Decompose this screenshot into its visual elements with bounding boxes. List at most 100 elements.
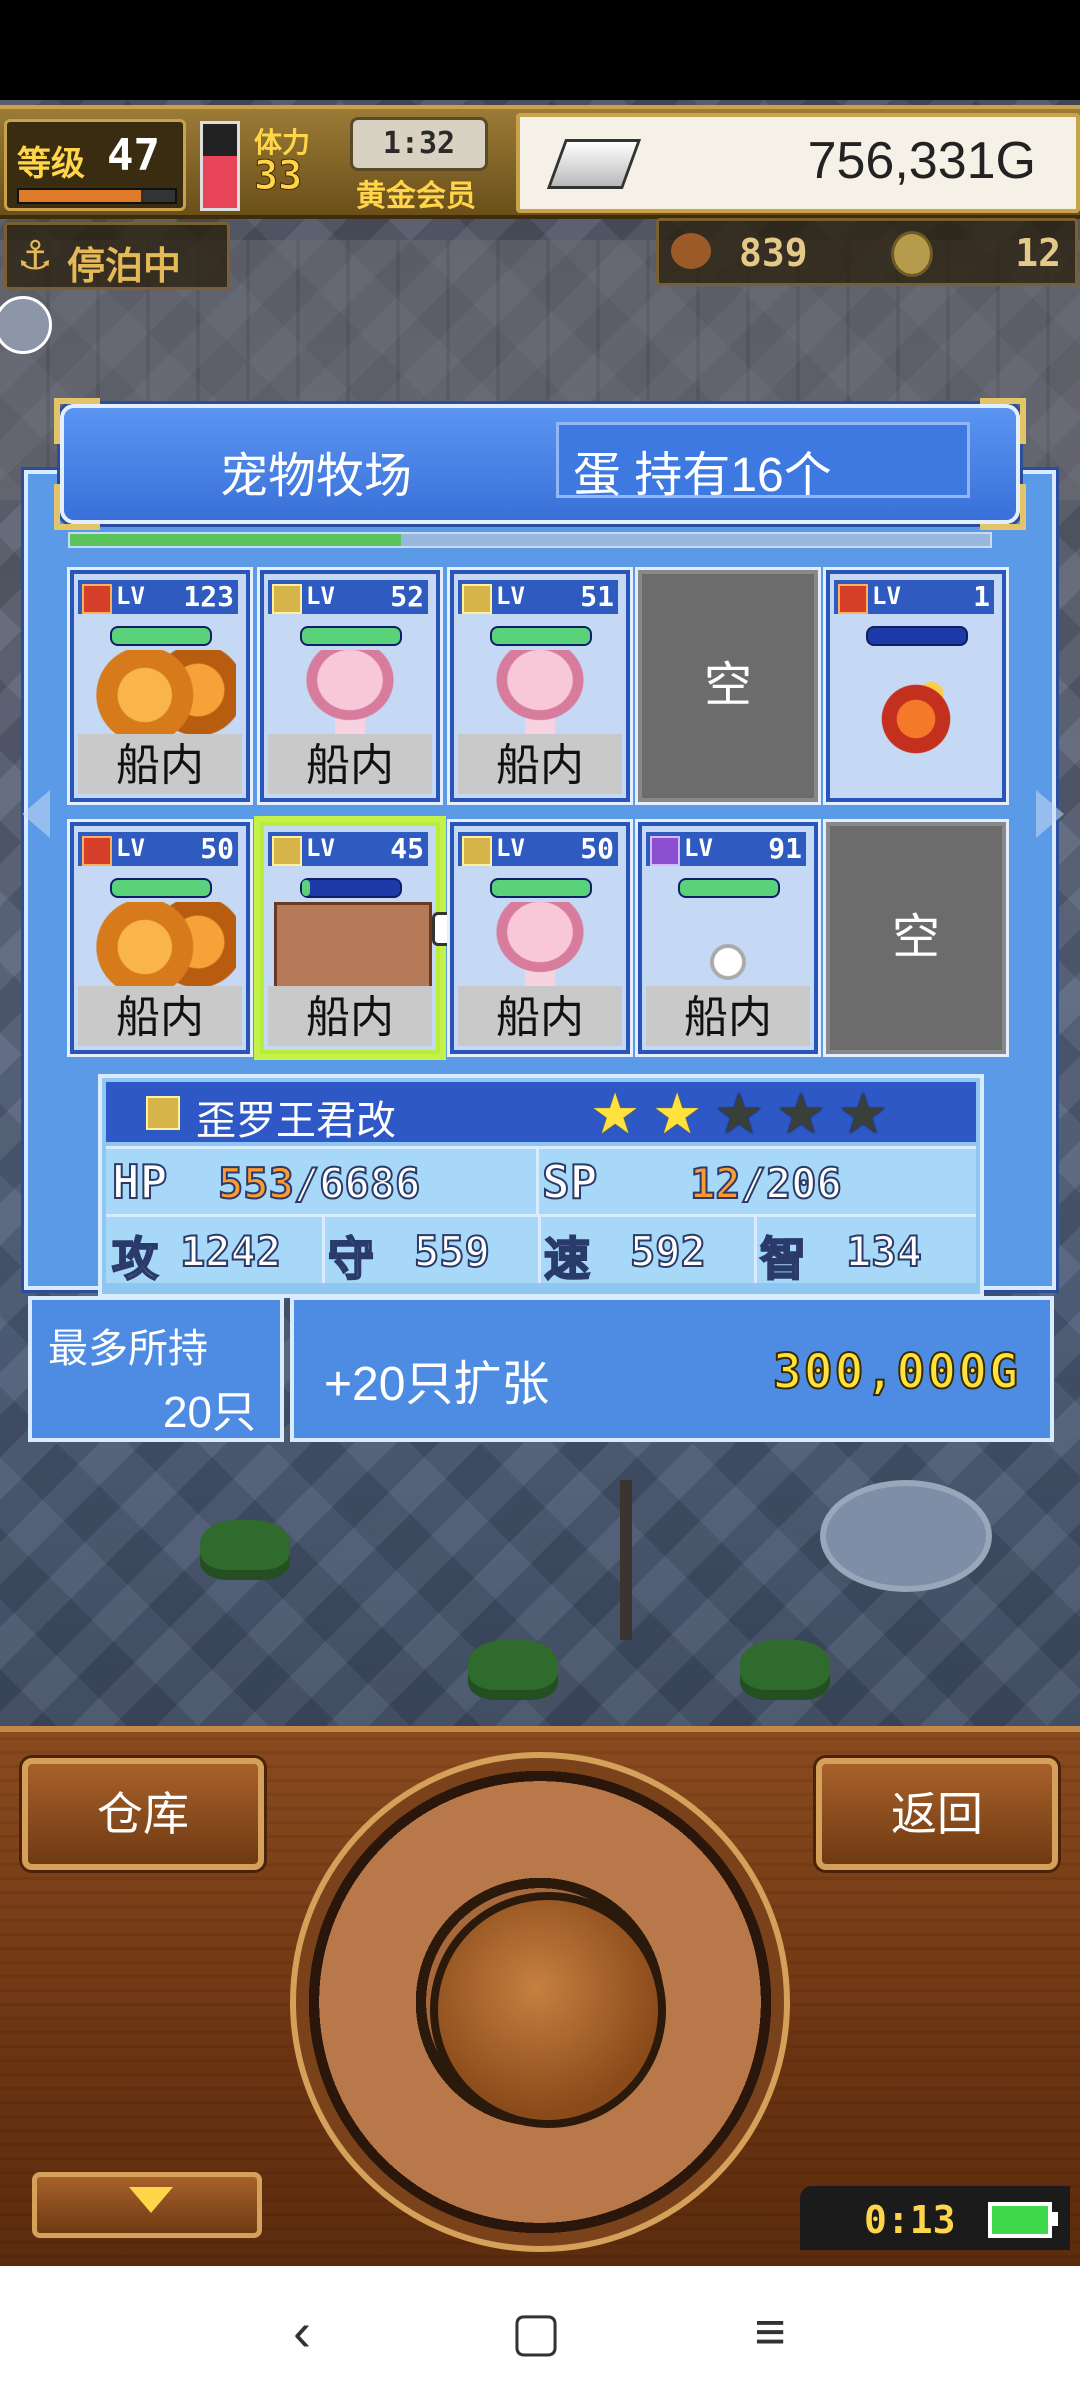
fire-element-icon — [82, 584, 112, 614]
dialog-header: 宠物牧场 蛋 持有16个 — [54, 398, 1026, 530]
fountain — [820, 1480, 992, 1592]
clock-text: 0:13 — [864, 2198, 956, 2242]
anchor-icon: ⚓ — [17, 234, 53, 278]
pet-location: 船内 — [268, 986, 432, 1046]
prev-page-arrow-icon[interactable] — [22, 790, 50, 838]
pet-name-row: 歪罗王君改 ★ ★ ★ ★ ★ — [106, 1082, 976, 1145]
street-lamp — [620, 1480, 632, 1640]
empty-pet-slot[interactable]: 空 — [638, 570, 818, 802]
pet-level: 50 — [580, 832, 614, 865]
exp-bar — [17, 188, 177, 204]
pet-slot[interactable]: LV 50 船内 — [70, 822, 250, 1054]
egg-count-box[interactable]: 蛋 持有16个 — [556, 422, 970, 502]
defense-value: 559 — [413, 1226, 491, 1277]
thunder-element-icon — [146, 1096, 180, 1130]
attack-label: 攻 — [111, 1232, 159, 1286]
pet-level: 45 — [390, 832, 424, 865]
pet-hp-bar — [490, 626, 592, 646]
psychic-element-icon — [650, 836, 680, 866]
nav-home-icon[interactable]: ▢ — [506, 2302, 566, 2362]
next-page-arrow-icon[interactable] — [1036, 790, 1064, 838]
pet-level: 91 — [768, 832, 802, 865]
tree — [468, 1640, 558, 1700]
expand-capacity-button[interactable]: +20只扩张 300,000G — [290, 1296, 1054, 1442]
star-empty-icon: ★ — [776, 1082, 827, 1145]
max-capacity-label: 最多所持 — [48, 1327, 208, 1371]
pet-name: 歪罗王君改 — [196, 1099, 396, 1143]
stamina-timer: 1:32 — [350, 117, 488, 171]
pet-slot[interactable]: LV 1 — [826, 570, 1006, 802]
speed-value: 592 — [629, 1226, 707, 1277]
pet-hp-bar — [110, 626, 212, 646]
tree — [740, 1640, 830, 1700]
back-button[interactable]: 返回 — [816, 1758, 1058, 1870]
gold-display: 756,331G — [516, 113, 1080, 213]
pet-slot[interactable]: LV 91 船内 — [638, 822, 818, 1054]
pet-location: 船内 — [458, 986, 622, 1046]
dock-label: 停泊中 — [67, 246, 182, 288]
pet-level: 123 — [183, 580, 234, 613]
dialog-title: 宠物牧场 — [220, 450, 413, 503]
expand-price: 300,000G — [772, 1343, 1020, 1401]
pet-hp-bar — [866, 626, 968, 646]
pet-level: 50 — [200, 832, 234, 865]
nav-back-icon[interactable]: ‹ — [272, 2302, 332, 2362]
max-capacity-value: 20只 — [163, 1388, 256, 1437]
stamina-value: 33 — [253, 153, 303, 200]
level-label: 等级 — [17, 145, 85, 183]
stamina-gauge — [200, 121, 240, 211]
hp-current: 553 — [217, 1158, 295, 1209]
pet-hp-bar — [300, 878, 402, 898]
star-filled-icon: ★ — [590, 1082, 641, 1145]
thunder-element-icon — [272, 584, 302, 614]
gold-value: 756,331G — [807, 132, 1036, 190]
resource-b-value: 12 — [1015, 231, 1061, 275]
pet-hp-bar — [300, 626, 402, 646]
empty-slot-label: 空 — [703, 659, 752, 712]
sp-max: /206 — [740, 1158, 843, 1209]
pet-slot[interactable]: LV 52 船内 — [260, 570, 440, 802]
hp-label: HP — [111, 1154, 168, 1210]
intelligence-cell: 智 134 — [754, 1217, 976, 1286]
pet-slot[interactable]: LV 123 船内 — [70, 570, 250, 802]
sp-current: 12 — [689, 1158, 742, 1209]
speed-cell: 速 592 — [538, 1217, 757, 1286]
clock-and-battery: 0:13 — [800, 2186, 1070, 2250]
pet-location: 船内 — [458, 734, 622, 794]
pet-level: 51 — [580, 580, 614, 613]
level-badge: 等级 47 — [4, 119, 186, 211]
phoenix-pet-sprite — [840, 664, 992, 764]
food-icon — [671, 233, 711, 269]
intelligence-label: 智 — [759, 1232, 807, 1286]
pet-slot[interactable]: LV 50 船内 — [450, 822, 630, 1054]
status-bar: 等级 47 体力 33 1:32 黄金会员 756,331G — [0, 105, 1080, 219]
empty-pet-slot[interactable]: 空 — [826, 822, 1006, 1054]
pet-hp-bar — [490, 878, 592, 898]
attack-value: 1242 — [179, 1226, 282, 1277]
hp-max: /6686 — [293, 1158, 421, 1209]
pet-location: 船内 — [268, 734, 432, 794]
fire-element-icon — [838, 584, 868, 614]
page-progress-bar — [68, 532, 992, 548]
expand-menu-button[interactable] — [32, 2172, 262, 2238]
star-empty-icon: ★ — [714, 1082, 765, 1145]
pet-slot-selected[interactable]: LV 45 船内 — [260, 822, 440, 1054]
star-empty-icon: ★ — [838, 1082, 889, 1145]
system-navigation-bar: ‹ ▢ ≡ — [0, 2266, 1080, 2401]
nav-menu-icon[interactable]: ≡ — [740, 2302, 800, 2362]
defense-cell: 守 559 — [322, 1217, 541, 1286]
resource-a-value: 839 — [739, 231, 808, 275]
level-value: 47 — [107, 130, 160, 181]
pet-slot[interactable]: LV 51 船内 — [450, 570, 630, 802]
pet-detail-panel: 歪罗王君改 ★ ★ ★ ★ ★ HP 553/6686 SP 12/206 攻 … — [98, 1074, 984, 1298]
dpad-center-button[interactable] — [430, 1892, 666, 2128]
pet-level: 1 — [973, 580, 990, 613]
pet-hp-bar — [678, 878, 780, 898]
battery-icon — [988, 2202, 1058, 2238]
stat-row-hp-sp: HP 553/6686 SP 12/206 — [106, 1146, 976, 1215]
gold-member-label: 黄金会员 — [356, 180, 476, 213]
warehouse-button[interactable]: 仓库 — [22, 1758, 264, 1870]
defense-label: 守 — [327, 1232, 375, 1286]
speed-label: 速 — [543, 1232, 591, 1286]
expand-label: +20只扩张 — [324, 1358, 550, 1411]
